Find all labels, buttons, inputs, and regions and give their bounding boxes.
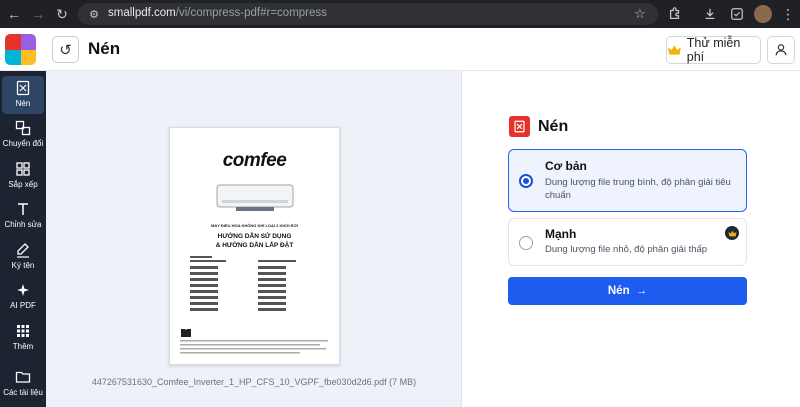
site-info-icon[interactable]: ⚙ xyxy=(84,4,104,24)
tool-sidebar: Nén Chuyển đổi Sắp xếp Chỉnh sửa Ký tên … xyxy=(0,71,46,407)
compress-submit-button[interactable]: Nén → xyxy=(508,277,747,305)
url-text: smallpdf.com/vi/compress-pdf#r=compress xyxy=(108,7,327,19)
sidebar-item-edit[interactable]: Chỉnh sửa xyxy=(2,197,44,235)
profile-manager-icon[interactable] xyxy=(727,4,747,24)
doc-line-2: HƯỚNG DẪN SỬ DỤNG xyxy=(217,233,292,240)
app-header: ↺ Nén Thử miễn phí xyxy=(0,28,800,71)
compression-options-panel: Nén Cơ bản Dung lượng file trung bình, đ… xyxy=(462,71,800,407)
option-basic-compression[interactable]: Cơ bản Dung lượng file trung bình, độ ph… xyxy=(508,149,747,212)
air-conditioner-illustration xyxy=(216,184,294,211)
sidebar-item-sign[interactable]: Ký tên xyxy=(2,238,44,276)
download-icon[interactable] xyxy=(700,4,720,24)
option-description: Dung lượng file trung bình, độ phân giải… xyxy=(545,177,731,201)
pdf-thumbnail[interactable]: comfee MÁY ĐIỀU HÒA KHÔNG KHÍ LOẠI 2 KHỐ… xyxy=(169,127,340,365)
free-trial-label: Thử miễn phí xyxy=(686,36,741,64)
smallpdf-logo[interactable] xyxy=(5,34,36,65)
user-icon xyxy=(775,44,787,56)
fine-print-illustration xyxy=(180,340,328,354)
folder-icon xyxy=(15,371,31,383)
sidebar-item-label: Ký tên xyxy=(11,261,35,270)
sidebar-item-label: Chuyển đổi xyxy=(2,139,44,148)
sign-icon xyxy=(17,243,29,258)
back-arrow-icon[interactable]: ← xyxy=(4,4,24,24)
more-grid-icon xyxy=(17,325,29,337)
option-title: Mạnh xyxy=(545,227,577,241)
sidebar-item-label: Các tài liệu xyxy=(3,388,43,397)
radio-strong[interactable] xyxy=(519,236,533,250)
manual-book-icon xyxy=(181,329,191,337)
convert-icon xyxy=(15,120,31,136)
browser-toolbar: ← → ↻ ⚙ smallpdf.com/vi/compress-pdf#r=c… xyxy=(0,0,800,28)
edit-text-icon xyxy=(18,203,28,215)
model-list-illustration xyxy=(190,256,296,311)
ai-sparkle-icon xyxy=(17,284,29,296)
compress-submit-label: Nén xyxy=(607,285,630,297)
option-title: Cơ bản xyxy=(545,159,587,173)
sidebar-item-more[interactable]: Thêm xyxy=(2,319,44,357)
doc-line-3: & HƯỚNG DẪN LẮP ĐẶT xyxy=(215,242,294,249)
sidebar-item-label: AI PDF xyxy=(10,301,36,310)
compress-icon xyxy=(16,80,30,96)
doc-line-1: MÁY ĐIỀU HÒA KHÔNG KHÍ LOẠI 2 KHỐI RỜI xyxy=(211,223,298,228)
sidebar-item-organize[interactable]: Sắp xếp xyxy=(2,157,44,195)
free-trial-button[interactable]: Thử miễn phí xyxy=(666,36,761,64)
sidebar-item-documents[interactable]: Các tài liệu xyxy=(2,365,44,403)
premium-crown-icon xyxy=(725,226,739,240)
sidebar-item-label: Thêm xyxy=(12,342,34,351)
undo-icon: ↺ xyxy=(59,41,72,59)
arrow-right-icon: → xyxy=(635,285,648,297)
address-bar[interactable]: ⚙ smallpdf.com/vi/compress-pdf#r=compres… xyxy=(78,3,658,25)
organize-icon xyxy=(16,162,30,176)
sidebar-item-label: Sắp xếp xyxy=(8,180,38,189)
browser-menu-icon[interactable]: ⋮ xyxy=(778,4,798,24)
doc-brand: comfee xyxy=(222,150,287,171)
radio-basic[interactable] xyxy=(519,174,533,188)
extensions-icon[interactable] xyxy=(665,4,685,24)
bookmark-star-icon[interactable]: ☆ xyxy=(630,4,650,24)
reload-icon[interactable]: ↻ xyxy=(52,4,72,24)
sidebar-item-compress[interactable]: Nén xyxy=(2,76,44,114)
sidebar-item-convert[interactable]: Chuyển đổi xyxy=(2,116,44,154)
forward-arrow-icon[interactable]: → xyxy=(28,4,48,24)
sidebar-item-ai-pdf[interactable]: AI PDF xyxy=(2,278,44,316)
page-title: Nén xyxy=(88,39,121,58)
browser-avatar[interactable] xyxy=(754,5,772,23)
option-description: Dung lượng file nhỏ, độ phân giải thấp xyxy=(545,244,708,255)
undo-button[interactable]: ↺ xyxy=(52,36,79,63)
preview-area: comfee MÁY ĐIỀU HÒA KHÔNG KHÍ LOẠI 2 KHỐ… xyxy=(46,71,462,407)
account-button[interactable] xyxy=(767,36,795,64)
panel-heading: Nén xyxy=(538,118,569,135)
option-strong-compression[interactable]: Mạnh Dung lượng file nhỏ, độ phân giải t… xyxy=(508,218,747,266)
sidebar-item-label: Nén xyxy=(15,99,31,108)
crown-icon xyxy=(667,45,681,55)
file-name: 447267531630_Comfee_Inverter_1_HP_CFS_10… xyxy=(91,377,417,387)
compress-tool-icon xyxy=(509,116,530,137)
sidebar-item-label: Chỉnh sửa xyxy=(4,220,42,229)
